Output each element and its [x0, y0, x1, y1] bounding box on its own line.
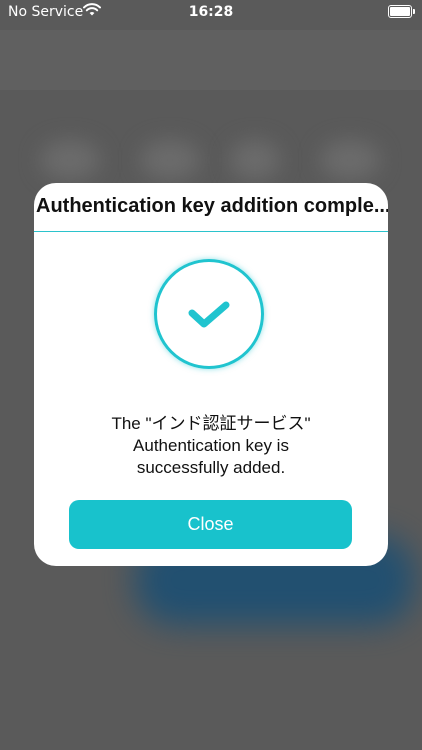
- title-divider: [34, 231, 388, 232]
- checkmark-icon: [188, 301, 230, 328]
- status-time: 16:28: [188, 4, 234, 20]
- dialog-title: Authentication key addition comple...: [36, 195, 388, 217]
- background-blur-shape: [40, 140, 100, 180]
- background-header: [0, 30, 422, 90]
- battery-icon: [388, 5, 415, 18]
- message-line-service: The "インド認証サービス": [111, 414, 311, 433]
- message-line-key: Authentication key is: [133, 436, 289, 455]
- checkmark-circle-icon: [154, 259, 264, 369]
- background-blur-shape: [230, 140, 280, 180]
- status-bar: No Service 16:28: [0, 0, 422, 26]
- dialog-message: The "インド認証サービス" Authentication key is su…: [54, 413, 368, 479]
- close-button[interactable]: Close: [69, 500, 352, 549]
- background-blur-shape: [320, 140, 380, 180]
- auth-key-added-dialog: Authentication key addition comple... Th…: [34, 183, 388, 566]
- message-line-success: successfully added.: [136, 458, 286, 477]
- background-blur-shape: [140, 140, 200, 180]
